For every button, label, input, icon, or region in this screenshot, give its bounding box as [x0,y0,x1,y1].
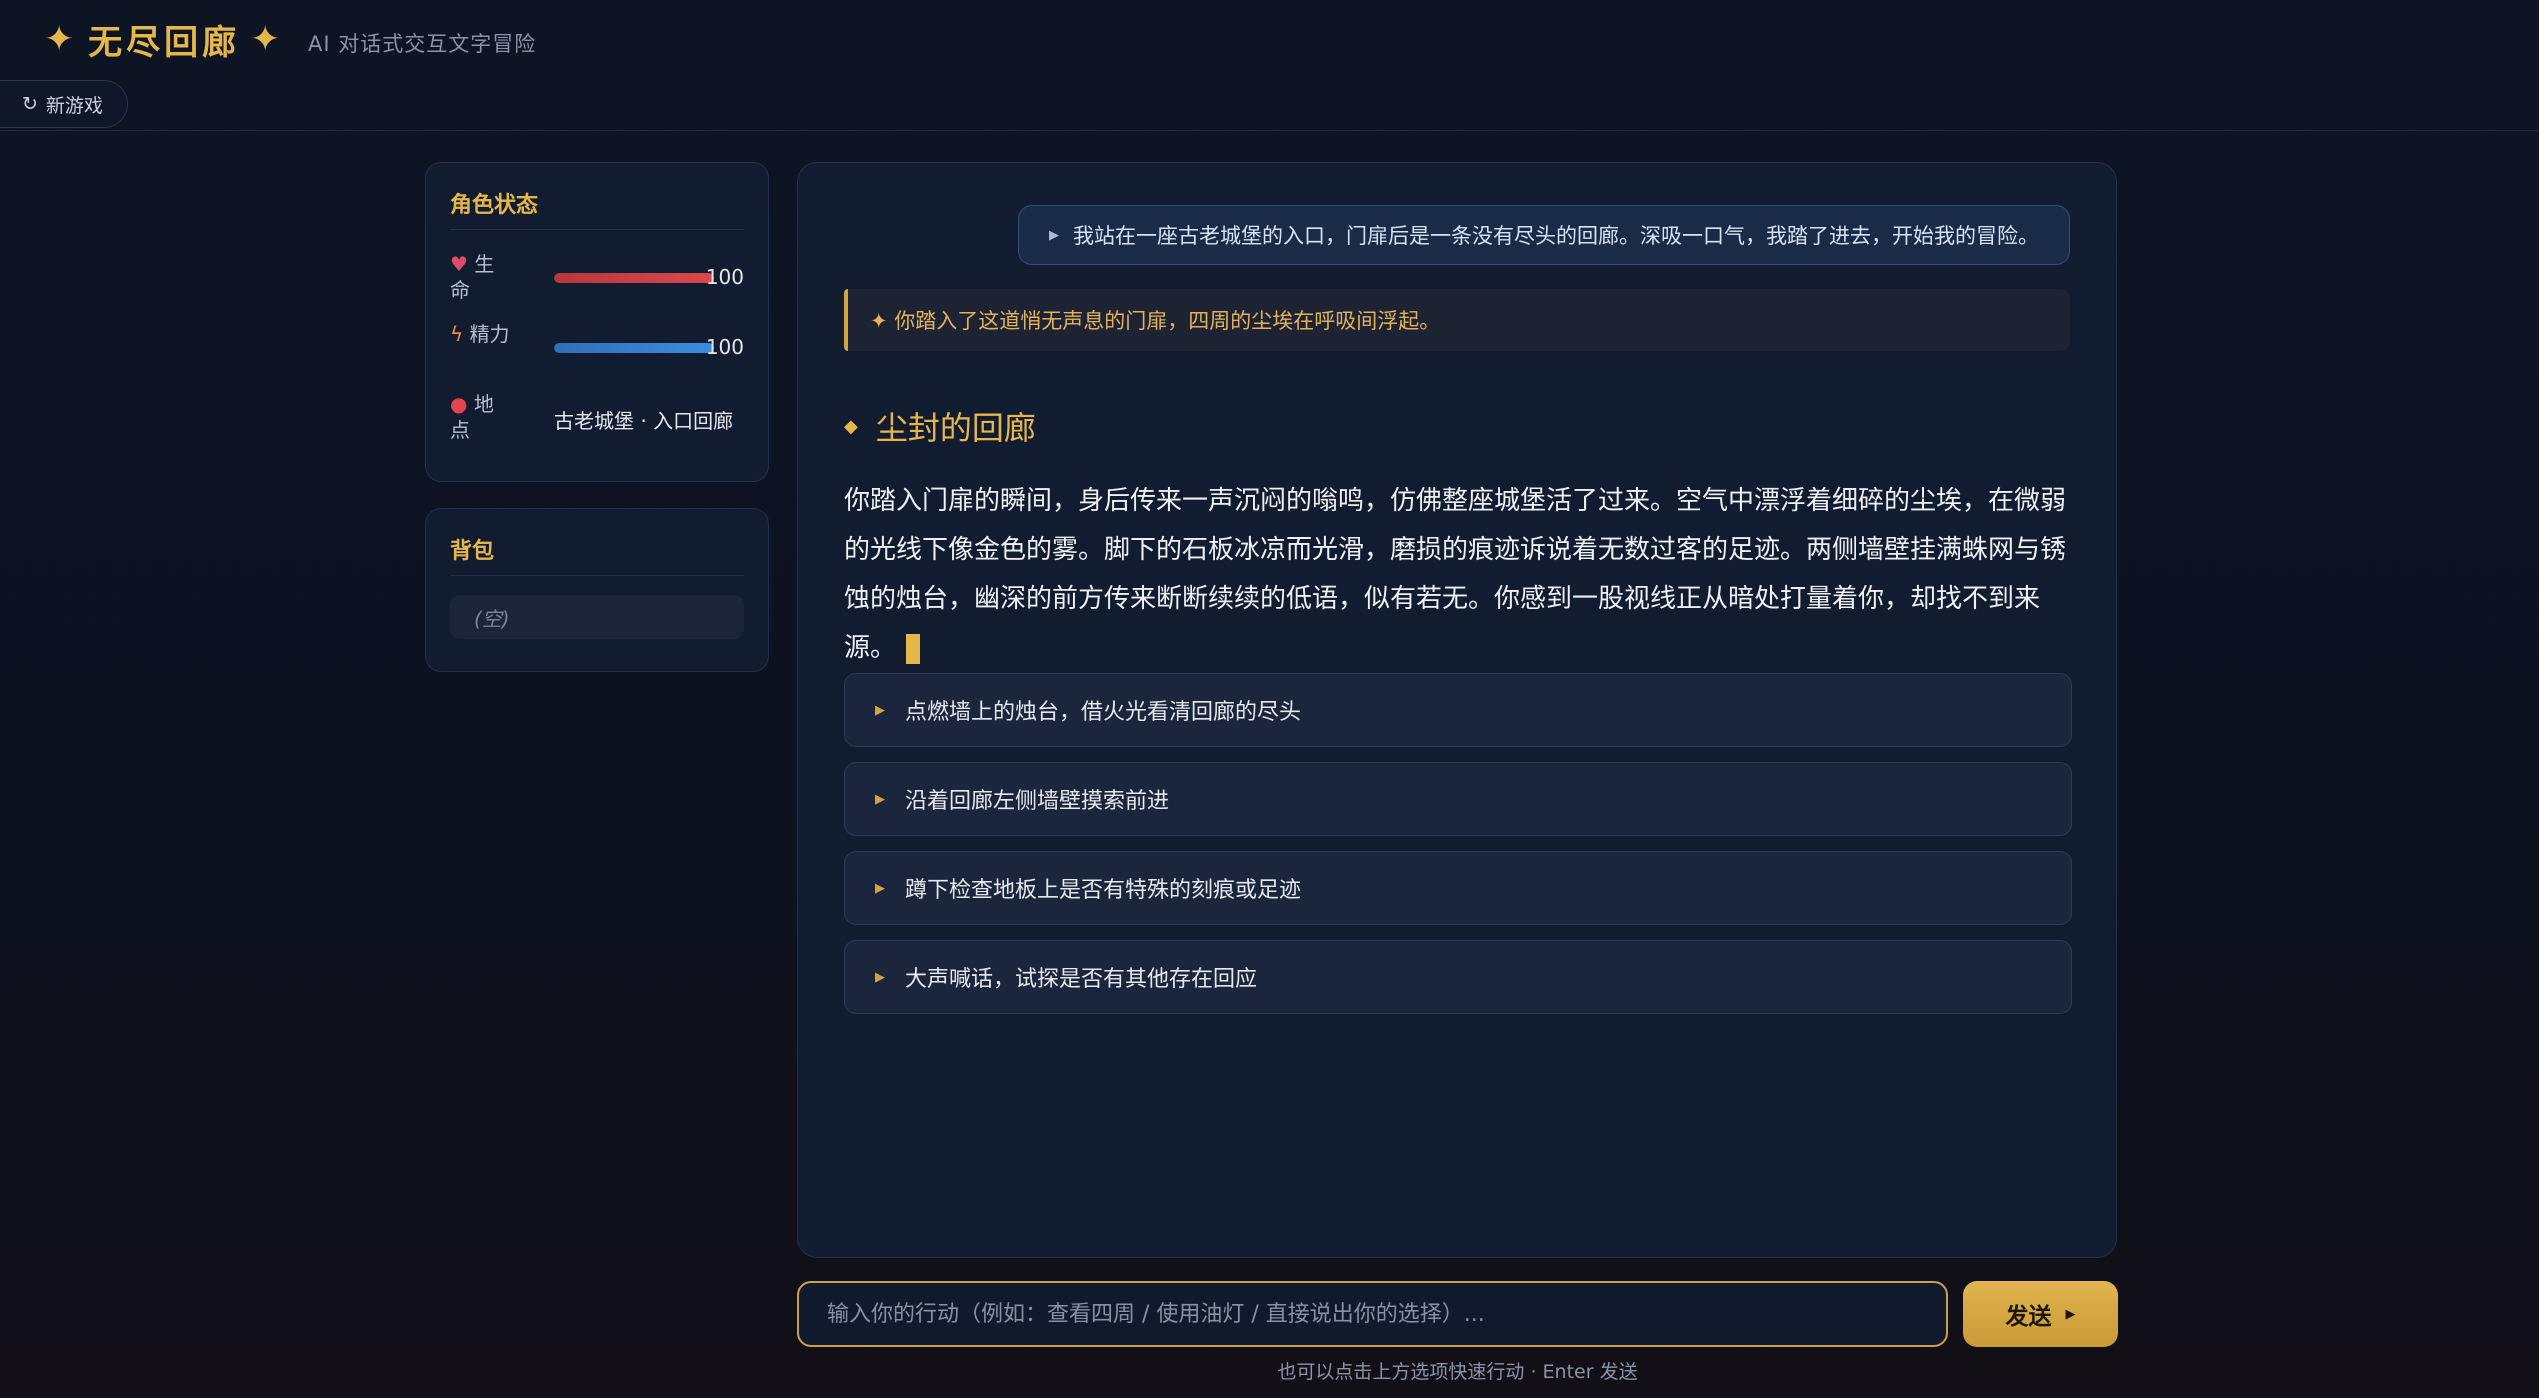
scene-text-body: 你踏入门扉的瞬间，身后传来一声沉闷的嗡鸣，仿佛整座城堡活了过来。空气中漂浮着细碎… [844,486,2067,663]
scene-title-text: 尘封的回廊 [875,409,1036,447]
location-label-wrap: ● 地点 [450,391,510,443]
new-game-label: 新游戏 [45,94,103,117]
hp-bar-fill [554,273,714,283]
star-icon: ✦ [44,18,79,60]
restart-icon: ↻ [22,93,38,115]
app-header: ✦ 无尽回廊 ✦ AI 对话式交互文字冒险 ↻ 新游戏 [0,0,2539,131]
inventory-empty: (空) [450,595,744,639]
triangle-right-icon: ▶ [875,791,885,807]
location-value: 古老城堡 · 入口回廊 [554,409,734,433]
triangle-right-icon: ▶ [2065,1306,2076,1322]
hp-stat: ♥ 生命 100 [450,251,744,307]
energy-bar [554,343,714,353]
triangle-right-icon: ▶ [1049,227,1059,243]
hp-bar [554,273,714,283]
inventory-panel: 背包 (空) [425,508,769,672]
user-message-text: 我站在一座古老城堡的入口，门扉后是一条没有尽头的回廊。深吸一口气，我踏了进去，开… [1073,224,2039,248]
narration-note: ✦ 你踏入了这道悄无声息的门扉，四周的尘埃在呼吸间浮起。 [844,289,2070,351]
story-panel: ▶ 我站在一座古老城堡的入口，门扉后是一条没有尽头的回廊。深吸一口气，我踏了进去… [797,162,2117,1258]
status-panel-title: 角色状态 [450,193,539,218]
user-message: ▶ 我站在一座古老城堡的入口，门扉后是一条没有尽头的回廊。深吸一口气，我踏了进去… [1018,205,2070,265]
scene-text: 你踏入门扉的瞬间，身后传来一声沉闷的嗡鸣，仿佛整座城堡活了过来。空气中漂浮着细碎… [844,477,2080,673]
pin-icon: ● [450,392,468,416]
triangle-right-icon: ▶ [875,880,885,896]
choice-option[interactable]: ▶ 点燃墙上的烛台，借火光看清回廊的尽头 [844,673,2072,747]
divider [450,575,744,576]
choice-option-label: 沿着回廊左侧墙壁摸索前进 [905,789,1170,814]
scene-title: ◆ 尘封的回廊 [844,403,1036,449]
energy-value: 100 [705,335,744,359]
triangle-right-icon: ▶ [875,702,885,718]
send-button[interactable]: 发送 ▶ [1963,1281,2118,1347]
divider [450,229,744,230]
app-title: 无尽回廊 [88,22,241,63]
star-icon: ✦ [250,18,285,60]
energy-stat: ϟ 精力 100 [450,321,744,377]
location-stat: ● 地点 古老城堡 · 入口回廊 [450,391,744,447]
choice-option[interactable]: ▶ 蹲下检查地板上是否有特殊的刻痕或足迹 [844,851,2072,925]
choice-option-label: 点燃墙上的烛台，借火光看清回廊的尽头 [905,700,1302,725]
triangle-right-icon: ▶ [875,969,885,985]
energy-label-wrap: ϟ 精力 [450,321,510,347]
hp-value: 100 [705,265,744,289]
action-input[interactable] [797,1281,1948,1347]
lightning-icon: ϟ [450,322,464,346]
inventory-panel-title: 背包 [450,539,495,564]
status-panel: 角色状态 ♥ 生命 100 ϟ 精力 100 ● 地点 古老城堡 · 入口回廊 [425,162,769,482]
typing-cursor [906,633,921,664]
hp-label-wrap: ♥ 生命 [450,251,510,303]
new-game-button[interactable]: ↻ 新游戏 [0,80,128,128]
send-label: 发送 [2005,1304,2052,1330]
choice-option-label: 大声喊话，试探是否有其他存在回应 [905,967,1258,992]
choice-option-label: 蹲下检查地板上是否有特殊的刻痕或足迹 [905,878,1302,903]
input-hint: 也可以点击上方选项快速行动 · Enter 发送 [1277,1361,1638,1383]
heart-icon: ♥ [450,252,468,276]
app-subtitle: AI 对话式交互文字冒险 [308,32,537,56]
energy-bar-fill [554,343,714,353]
diamond-icon: ◆ [844,415,858,437]
choice-option[interactable]: ▶ 沿着回廊左侧墙壁摸索前进 [844,762,2072,836]
app-logo: ✦ 无尽回廊 ✦ [34,14,294,64]
choice-option[interactable]: ▶ 大声喊话，试探是否有其他存在回应 [844,940,2072,1014]
energy-label: 精力 [469,322,510,346]
